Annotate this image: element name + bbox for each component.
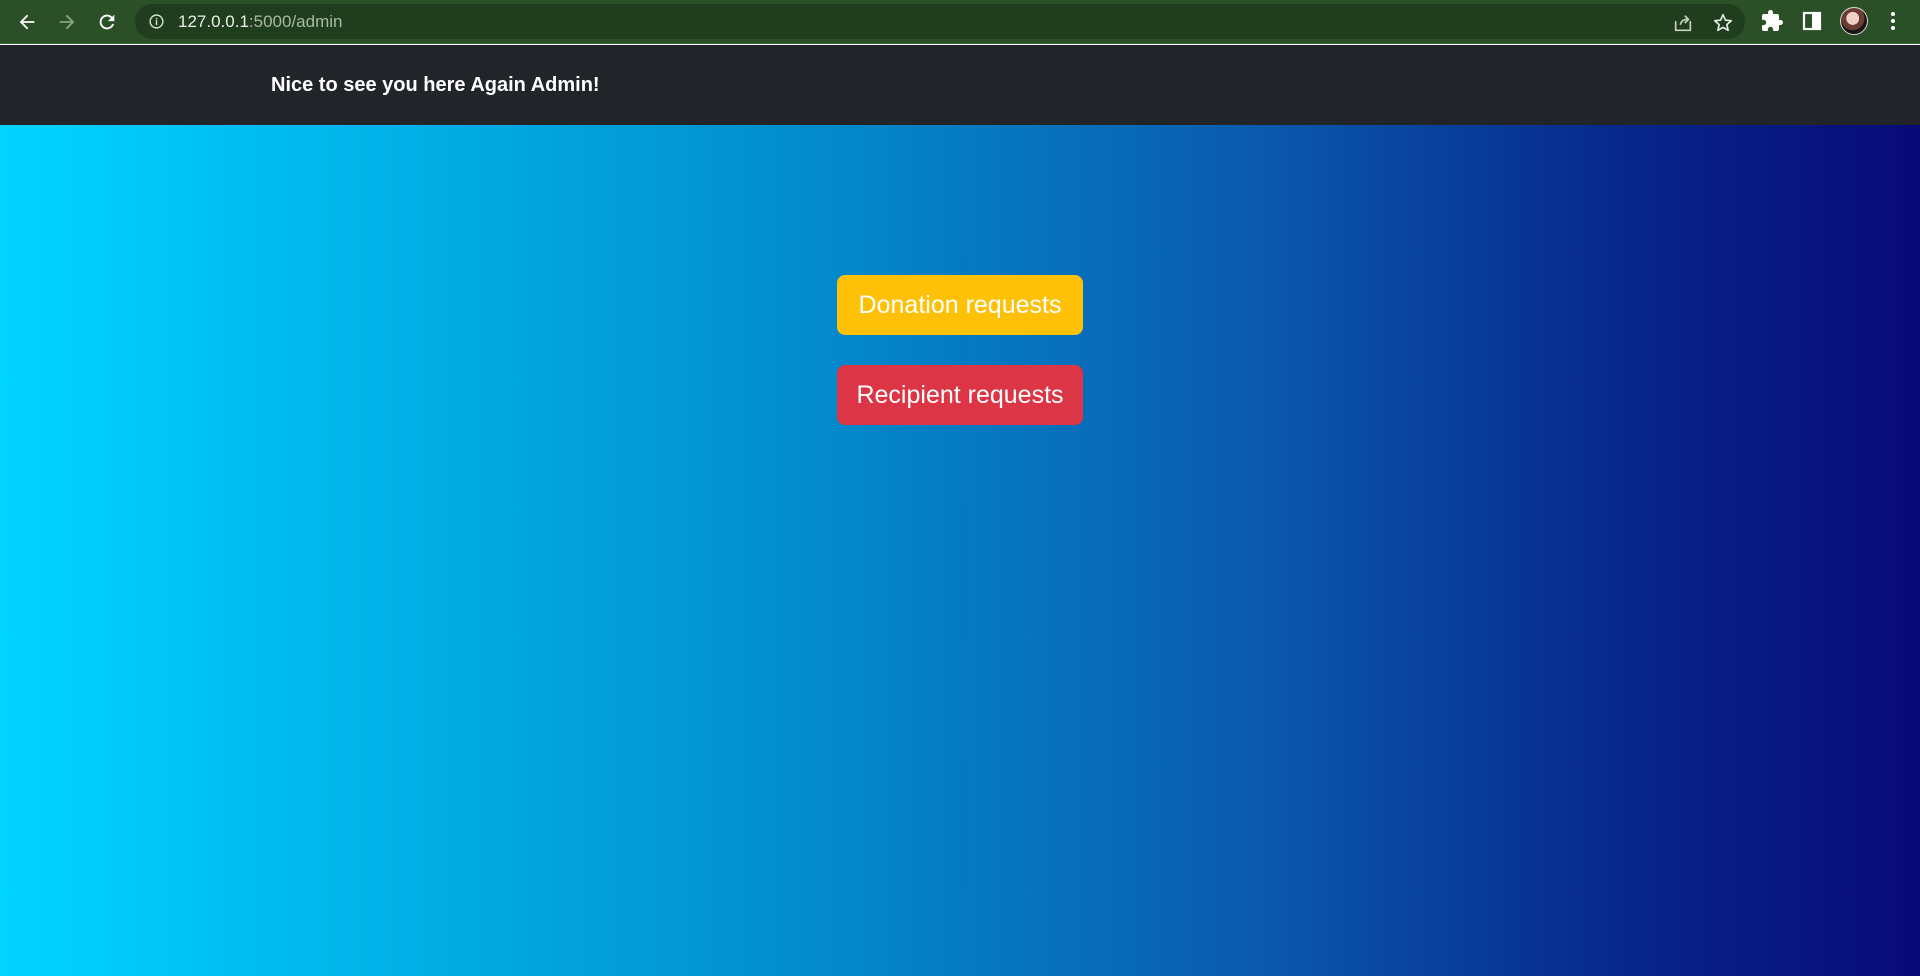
greeting-text: Nice to see you here Again Admin! — [271, 74, 600, 96]
forward-button[interactable] — [53, 8, 81, 36]
info-icon[interactable] — [148, 13, 165, 30]
side-panel-icon[interactable] — [1800, 9, 1824, 33]
donation-requests-button[interactable]: Donation requests — [837, 275, 1083, 335]
reload-icon — [99, 14, 115, 30]
browser-toolbar: 127.0.0.1:5000/admin — [0, 0, 1920, 44]
arrow-left-icon — [19, 14, 35, 30]
kebab-menu-icon[interactable] — [1881, 9, 1905, 33]
back-button[interactable] — [13, 8, 41, 36]
recipient-requests-button[interactable]: Recipient requests — [837, 365, 1083, 425]
url-host: 127.0.0.1 — [178, 12, 249, 31]
puzzle-icon[interactable] — [1760, 9, 1784, 33]
reload-button[interactable] — [93, 8, 121, 36]
url-path: :5000/admin — [248, 12, 343, 31]
site-navbar: Nice to see you here Again Admin! — [0, 45, 1920, 125]
url-text[interactable]: 127.0.0.1:5000/admin — [178, 12, 342, 32]
profile-avatar[interactable] — [1840, 7, 1868, 35]
star-icon[interactable] — [1712, 12, 1734, 34]
share-icon[interactable] — [1672, 12, 1694, 34]
main-content: Donation requests Recipient requests — [0, 125, 1920, 976]
arrow-right-icon — [59, 14, 75, 30]
address-bar[interactable]: 127.0.0.1:5000/admin — [135, 4, 1745, 39]
